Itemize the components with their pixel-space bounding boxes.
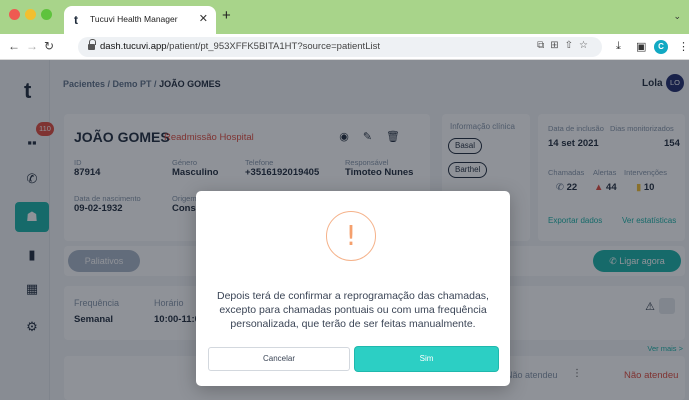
maximize-window-button[interactable] xyxy=(41,9,52,20)
browser-tab[interactable]: t Tucuvi Health Manager ✕ xyxy=(64,6,216,34)
url-path: /patient/pt_953XFFK5BITA1HT?source=patie… xyxy=(166,41,380,52)
forward-arrow-icon[interactable]: → xyxy=(26,39,38,53)
close-tab-icon[interactable]: ✕ xyxy=(199,12,208,25)
more-menu-icon[interactable]: ⋮ xyxy=(678,40,689,53)
url-host: dash.tucuvi.app xyxy=(100,41,167,52)
back-arrow-icon[interactable]: ← xyxy=(8,39,20,53)
tab-title: Tucuvi Health Manager xyxy=(90,14,178,24)
exclamation-icon: ! xyxy=(345,219,357,252)
modal-message: Depois terá de confirmar a reprogramação… xyxy=(217,290,489,330)
tucuvi-favicon-icon: t xyxy=(74,13,78,27)
url-field[interactable]: dash.tucuvi.app/patient/pt_953XFFK5BITA1… xyxy=(78,37,602,57)
confirm-button[interactable]: Sim xyxy=(355,347,498,371)
browser-tab-bar: t Tucuvi Health Manager ✕ + ⌄ xyxy=(0,0,689,34)
cancel-button[interactable]: Cancelar xyxy=(208,347,350,371)
lock-icon xyxy=(88,39,96,51)
address-bar-row: ← → ↻ dash.tucuvi.app/patient/pt_953XFFK… xyxy=(0,34,689,60)
download-icon[interactable]: ⤓ xyxy=(616,40,621,53)
new-tab-icon[interactable]: + xyxy=(222,8,231,23)
warning-circle-icon: ! xyxy=(326,211,376,261)
close-window-button[interactable] xyxy=(9,9,20,20)
confirmation-modal: ! Depois terá de confirmar a reprogramaç… xyxy=(196,191,510,386)
reload-icon[interactable]: ↻ xyxy=(44,39,54,53)
chevron-down-icon[interactable]: ⌄ xyxy=(673,11,681,22)
minimize-window-button[interactable] xyxy=(25,9,36,20)
omnibox-action-icons[interactable]: ⧉⊞⇧☆ xyxy=(537,40,594,51)
sidebar-toggle-icon[interactable]: ▣ xyxy=(636,40,646,53)
profile-avatar[interactable]: C xyxy=(654,40,668,54)
